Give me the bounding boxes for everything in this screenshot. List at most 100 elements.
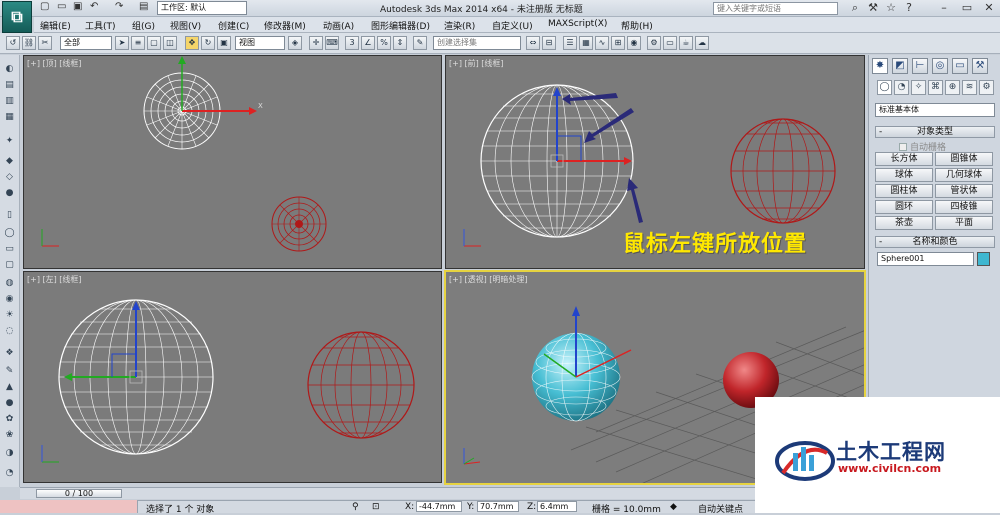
rectangular-selection-icon[interactable]: ▢ <box>147 36 161 50</box>
strip-tool-icon[interactable]: ● <box>3 397 16 409</box>
save-icon[interactable]: ▣ <box>73 1 82 12</box>
select-manipulate-icon[interactable]: ✛ <box>309 36 323 50</box>
snaps-toggle-icon[interactable]: 3 <box>345 36 359 50</box>
menu-help[interactable]: 帮助(H) <box>621 19 653 32</box>
keyboard-shortcut-icon[interactable]: ⌨ <box>325 36 339 50</box>
strip-tool-icon[interactable]: ▤ <box>3 79 16 91</box>
minimize-icon[interactable]: – <box>937 1 951 15</box>
cone-button[interactable]: 圆锥体 <box>935 152 993 166</box>
box-button[interactable]: 长方体 <box>875 152 933 166</box>
link-icon[interactable]: ⛓ <box>22 36 36 50</box>
strip-tool-icon[interactable]: ▯ <box>3 209 16 221</box>
render-setup-icon[interactable]: ⚙ <box>647 36 661 50</box>
strip-tool-icon[interactable]: ▥ <box>3 95 16 107</box>
sphere-wireframe-red-front[interactable] <box>730 118 836 224</box>
undo-icon[interactable]: ↶ <box>90 1 98 12</box>
graphite-tools-icon[interactable]: ▦ <box>579 36 593 50</box>
percent-snap-icon[interactable]: % <box>377 36 391 50</box>
shapes-icon[interactable]: ◔ <box>894 80 909 95</box>
teapot-button[interactable]: 茶壶 <box>875 216 933 230</box>
menu-tools[interactable]: 工具(T) <box>85 19 116 32</box>
cylinder-button[interactable]: 圆柱体 <box>875 184 933 198</box>
edit-named-selection-icon[interactable]: ✎ <box>413 36 427 50</box>
auto-key-button[interactable]: 自动关键点 <box>698 502 743 515</box>
viewport-left[interactable]: [+] [左] [线框] <box>23 271 442 483</box>
strip-tool-icon[interactable]: ☀ <box>3 309 16 321</box>
strip-tool-icon[interactable]: ◆ <box>3 155 16 167</box>
object-name-input[interactable]: Sphere001 <box>877 252 974 266</box>
curve-editor-icon[interactable]: ∿ <box>595 36 609 50</box>
strip-tool-icon[interactable]: ✎ <box>3 365 16 377</box>
menu-create[interactable]: 创建(C) <box>218 19 249 32</box>
object-type-rollout[interactable]: - 对象类型 <box>875 126 995 138</box>
maximize-icon[interactable]: ▭ <box>960 1 974 15</box>
geosphere-button[interactable]: 几何球体 <box>935 168 993 182</box>
name-color-rollout[interactable]: - 名称和颜色 <box>875 236 995 248</box>
cameras-icon[interactable]: ⌘ <box>928 80 943 95</box>
sphere-button[interactable]: 球体 <box>875 168 933 182</box>
strip-tool-icon[interactable]: ◉ <box>3 293 16 305</box>
absolute-mode-icon[interactable]: ⊡ <box>372 502 380 512</box>
menu-customize[interactable]: 自定义(U) <box>492 19 533 32</box>
tube-button[interactable]: 管状体 <box>935 184 993 198</box>
menu-group[interactable]: 组(G) <box>132 19 155 32</box>
select-move-icon[interactable]: ✥ <box>185 36 199 50</box>
named-selection-dropdown[interactable]: 创建选择集 <box>433 36 521 50</box>
window-crossing-icon[interactable]: ◫ <box>163 36 177 50</box>
strip-tool-icon[interactable]: ▭ <box>3 243 16 255</box>
strip-tool-icon[interactable]: ◑ <box>3 447 16 459</box>
reference-coordinate-dropdown[interactable]: 视图 <box>235 36 285 50</box>
menu-graph-editors[interactable]: 图形编辑器(D) <box>371 19 430 32</box>
menu-edit[interactable]: 编辑(E) <box>40 19 71 32</box>
strip-tool-icon[interactable]: ▦ <box>3 111 16 123</box>
new-file-icon[interactable]: ▢ <box>40 1 49 12</box>
selection-filter-dropdown[interactable]: 全部 <box>60 36 112 50</box>
helpers-icon[interactable]: ⊕ <box>945 80 960 95</box>
strip-tool-icon[interactable]: ● <box>3 187 16 199</box>
sphere-wireframe-red-left[interactable] <box>307 331 415 439</box>
select-scale-icon[interactable]: ▣ <box>217 36 231 50</box>
collapse-icon[interactable]: - <box>879 237 882 247</box>
strip-tool-icon[interactable]: ◔ <box>3 467 16 479</box>
object-color-swatch[interactable] <box>977 252 990 266</box>
menu-rendering[interactable]: 渲染(R) <box>444 19 475 32</box>
strip-tool-icon[interactable]: ✿ <box>3 413 16 425</box>
pivot-center-icon[interactable]: ◈ <box>288 36 302 50</box>
spinner-snap-icon[interactable]: ⇕ <box>393 36 407 50</box>
hierarchy-tab-icon[interactable]: ⊢ <box>912 58 928 74</box>
rendered-frame-window-icon[interactable]: ▭ <box>663 36 677 50</box>
angle-snap-icon[interactable]: ∠ <box>361 36 375 50</box>
pyramid-button[interactable]: 四棱锥 <box>935 200 993 214</box>
lock-selection-icon[interactable]: ⚲ <box>352 502 359 512</box>
workspace-dropdown[interactable]: 工作区: 默认 <box>157 1 247 15</box>
geometry-icon[interactable]: ◯ <box>877 80 892 95</box>
strip-tool-icon[interactable]: ◐ <box>3 63 16 75</box>
render-production-icon[interactable]: ☕ <box>679 36 693 50</box>
checkbox-icon[interactable] <box>899 143 907 151</box>
strip-tool-icon[interactable]: ▢ <box>3 259 16 271</box>
search-input[interactable]: 键入关键字或短语 <box>713 2 838 15</box>
space-warps-icon[interactable]: ≋ <box>962 80 977 95</box>
menu-views[interactable]: 视图(V) <box>170 19 201 32</box>
plane-button[interactable]: 平面 <box>935 216 993 230</box>
z-coord-input[interactable]: 6.4mm <box>537 501 577 512</box>
subscription-icon[interactable]: ⚒ <box>866 1 880 15</box>
maxscript-listener[interactable] <box>0 500 138 513</box>
binoculars-icon[interactable]: ⌕ <box>848 1 862 15</box>
menu-modifiers[interactable]: 修改器(M) <box>264 19 306 32</box>
sphere-wireframe-red-top[interactable] <box>271 196 327 252</box>
strip-tool-icon[interactable]: ◯ <box>3 227 16 239</box>
help-icon[interactable]: ? <box>902 1 916 15</box>
lights-icon[interactable]: ✧ <box>911 80 926 95</box>
strip-tool-icon[interactable]: ◍ <box>3 277 16 289</box>
systems-icon[interactable]: ⚙ <box>979 80 994 95</box>
select-by-name-icon[interactable]: ≡ <box>131 36 145 50</box>
utilities-tab-icon[interactable]: ⚒ <box>972 58 988 74</box>
select-object-icon[interactable]: ➤ <box>115 36 129 50</box>
time-slider[interactable]: 0 / 100 <box>36 489 122 498</box>
sphere-shaded-selected[interactable] <box>531 306 632 422</box>
menu-maxscript[interactable]: MAXScript(X) <box>548 19 607 29</box>
select-rotate-icon[interactable]: ↻ <box>201 36 215 50</box>
mirror-icon[interactable]: ⇔ <box>526 36 540 50</box>
strip-tool-icon[interactable]: ▲ <box>3 381 16 393</box>
